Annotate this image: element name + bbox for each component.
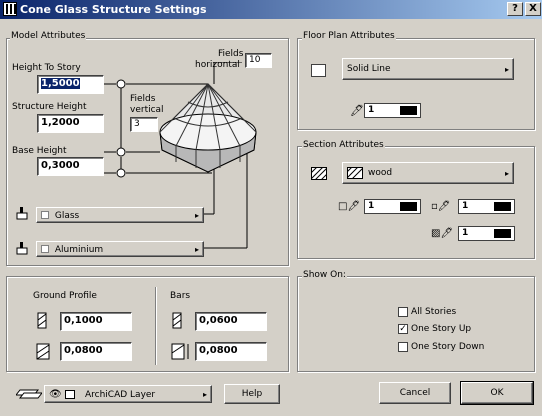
- close-button[interactable]: X: [525, 2, 541, 16]
- glass-material-popup[interactable]: Glass ▸: [36, 207, 204, 223]
- show-on-label: Show On:: [302, 270, 347, 280]
- bars-label: Bars: [170, 291, 191, 301]
- window-title: Cone Glass Structure Settings: [20, 3, 207, 16]
- ground-profile-input-1[interactable]: 0,1000: [60, 312, 132, 331]
- ground-profile-input-2[interactable]: 0,0800: [60, 342, 132, 361]
- chevron-right-icon-2: ▸: [194, 245, 199, 254]
- floor-plan-label: Floor Plan Attributes: [302, 31, 396, 41]
- material-swatch-icon: [41, 211, 49, 219]
- lock-icon: [65, 390, 75, 399]
- layer-popup[interactable]: 👁 ArchiCAD Layer ▸: [44, 385, 212, 403]
- pen-icon: 🖊: [350, 104, 364, 117]
- section-pen-picker-1[interactable]: 1: [364, 199, 421, 214]
- chevron-right-icon-5: ▸: [202, 390, 207, 399]
- section-attributes-label: Section Attributes: [302, 140, 385, 150]
- chevron-right-icon-4: ▸: [504, 169, 509, 178]
- layers-icon: [16, 389, 42, 399]
- wood-fill-icon: [347, 167, 363, 179]
- height-to-story-input[interactable]: 1,5000: [37, 75, 104, 94]
- one-story-down-label[interactable]: One Story Down: [411, 342, 484, 352]
- fields-horizontal-label-1: Fields: [218, 49, 244, 59]
- base-height-label: Base Height: [12, 146, 67, 156]
- one-story-up-label[interactable]: One Story Up: [411, 324, 471, 334]
- section-pen-picker-3[interactable]: 1: [458, 226, 515, 241]
- cone-structure-preview: [104, 62, 257, 249]
- model-attributes-label: Model Attributes: [10, 31, 87, 41]
- background-pen-icon: ▨🖊: [431, 228, 454, 239]
- all-stories-label[interactable]: All Stories: [411, 307, 456, 317]
- ok-button[interactable]: OK: [460, 381, 534, 405]
- height-to-story-label: Height To Story: [12, 63, 81, 73]
- ground-depth-icon: [36, 343, 50, 360]
- bar-width-icon: [172, 312, 182, 329]
- all-stories-checkbox[interactable]: [398, 307, 408, 317]
- fill-pen-icon: ▫🖊: [431, 201, 451, 212]
- bars-input-2[interactable]: 0,0800: [195, 342, 267, 361]
- one-story-down-checkbox[interactable]: [398, 342, 408, 352]
- bar-depth-icon: [171, 343, 189, 360]
- fill-popup[interactable]: wood ▸: [342, 162, 514, 184]
- line-type-icon: [311, 64, 326, 77]
- section-pen-picker-2[interactable]: 1: [458, 199, 515, 214]
- base-height-input[interactable]: 0,3000: [37, 157, 104, 176]
- line-type-popup[interactable]: Solid Line ▸: [342, 58, 514, 80]
- bars-input-1[interactable]: 0,0600: [195, 312, 267, 331]
- pen-color-swatch: [400, 106, 417, 115]
- fill-pattern-icon: [311, 167, 327, 180]
- paintbrush-icon-2: [16, 242, 28, 255]
- cancel-button[interactable]: Cancel: [379, 382, 451, 404]
- help-button[interactable]: Help: [224, 384, 280, 404]
- structure-height-label: Structure Height: [12, 102, 87, 112]
- one-story-up-checkbox[interactable]: ✓: [398, 324, 408, 334]
- cut-line-pen-icon: □🖊: [338, 201, 361, 212]
- chevron-right-icon-3: ▸: [504, 65, 509, 74]
- title-bar: Cone Glass Structure Settings ? X: [0, 0, 542, 19]
- chevron-right-icon: ▸: [194, 211, 199, 220]
- app-icon: [3, 2, 17, 16]
- paintbrush-icon: [16, 207, 28, 220]
- help-title-button[interactable]: ?: [507, 2, 523, 16]
- eye-icon: 👁: [49, 389, 62, 400]
- ground-profile-label: Ground Profile: [33, 291, 97, 301]
- floor-pen-picker[interactable]: 1: [364, 103, 421, 118]
- ground-width-icon: [37, 312, 47, 329]
- frame-material-popup[interactable]: Aluminium ▸: [36, 241, 204, 257]
- profiles-divider: [155, 287, 156, 365]
- material-swatch-icon-2: [41, 245, 49, 253]
- structure-height-input[interactable]: 1,2000: [37, 114, 104, 133]
